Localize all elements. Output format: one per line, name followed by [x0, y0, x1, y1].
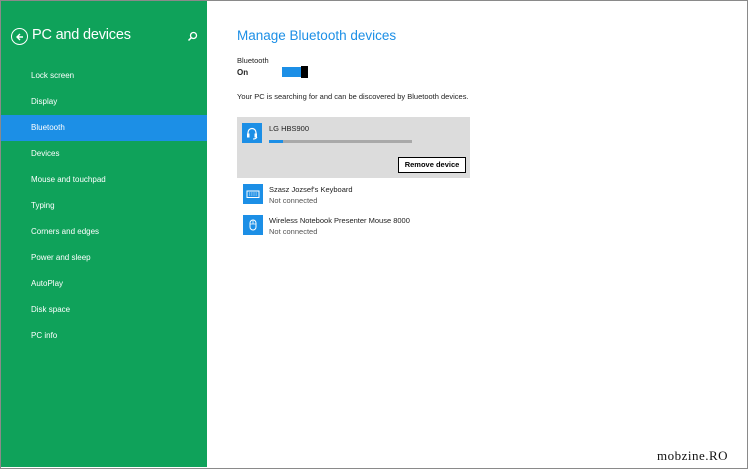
- back-arrow-icon[interactable]: [11, 28, 28, 45]
- sidebar: PC and devices Lock screen Display Bluet…: [1, 1, 207, 467]
- bluetooth-toggle[interactable]: [282, 66, 308, 78]
- keyboard-icon: [243, 184, 263, 204]
- sidebar-item-devices[interactable]: Devices: [1, 141, 207, 167]
- bluetooth-state: On: [237, 68, 249, 77]
- device-status: Not connected: [269, 196, 318, 205]
- headset-icon: [242, 123, 262, 143]
- sidebar-item-display[interactable]: Display: [1, 89, 207, 115]
- sidebar-item-lock-screen[interactable]: Lock screen: [1, 63, 207, 89]
- status-text: Your PC is searching for and can be disc…: [237, 92, 469, 101]
- mouse-icon: [243, 215, 263, 235]
- sidebar-item-typing[interactable]: Typing: [1, 193, 207, 219]
- pairing-progress-fill: [269, 140, 284, 143]
- sidebar-item-bluetooth[interactable]: Bluetooth: [1, 115, 207, 141]
- sidebar-item-corners-and-edges[interactable]: Corners and edges: [1, 219, 207, 245]
- sidebar-nav: Lock screen Display Bluetooth Devices Mo…: [1, 63, 207, 349]
- device-name: LG HBS900: [269, 124, 310, 133]
- sidebar-item-power-and-sleep[interactable]: Power and sleep: [1, 245, 207, 271]
- device-item-mouse[interactable]: Wireless Notebook Presenter Mouse 8000 N…: [237, 214, 470, 242]
- device-name: Wireless Notebook Presenter Mouse 8000: [269, 216, 410, 225]
- sidebar-item-mouse-and-touchpad[interactable]: Mouse and touchpad: [1, 167, 207, 193]
- toggle-thumb[interactable]: [301, 66, 308, 78]
- page-title: Manage Bluetooth devices: [237, 28, 397, 43]
- sidebar-title: PC and devices: [32, 27, 131, 43]
- pairing-progress: [269, 140, 412, 143]
- sidebar-item-disk-space[interactable]: Disk space: [1, 297, 207, 323]
- device-status: Not connected: [269, 227, 318, 236]
- device-item-lg-hbs900[interactable]: LG HBS900 Remove device: [237, 117, 470, 178]
- search-icon[interactable]: [187, 31, 198, 42]
- sidebar-item-autoplay[interactable]: AutoPlay: [1, 271, 207, 297]
- bluetooth-label: Bluetooth: [237, 56, 269, 65]
- main-content: Manage Bluetooth devices Bluetooth On Yo…: [207, 1, 747, 467]
- device-item-keyboard[interactable]: Szasz Jozsef's Keyboard Not connected: [237, 183, 470, 211]
- watermark: mobzine.RO: [657, 448, 729, 463]
- sidebar-item-pc-info[interactable]: PC info: [1, 323, 207, 349]
- remove-device-button[interactable]: Remove device: [398, 157, 466, 173]
- device-name: Szasz Jozsef's Keyboard: [269, 185, 353, 194]
